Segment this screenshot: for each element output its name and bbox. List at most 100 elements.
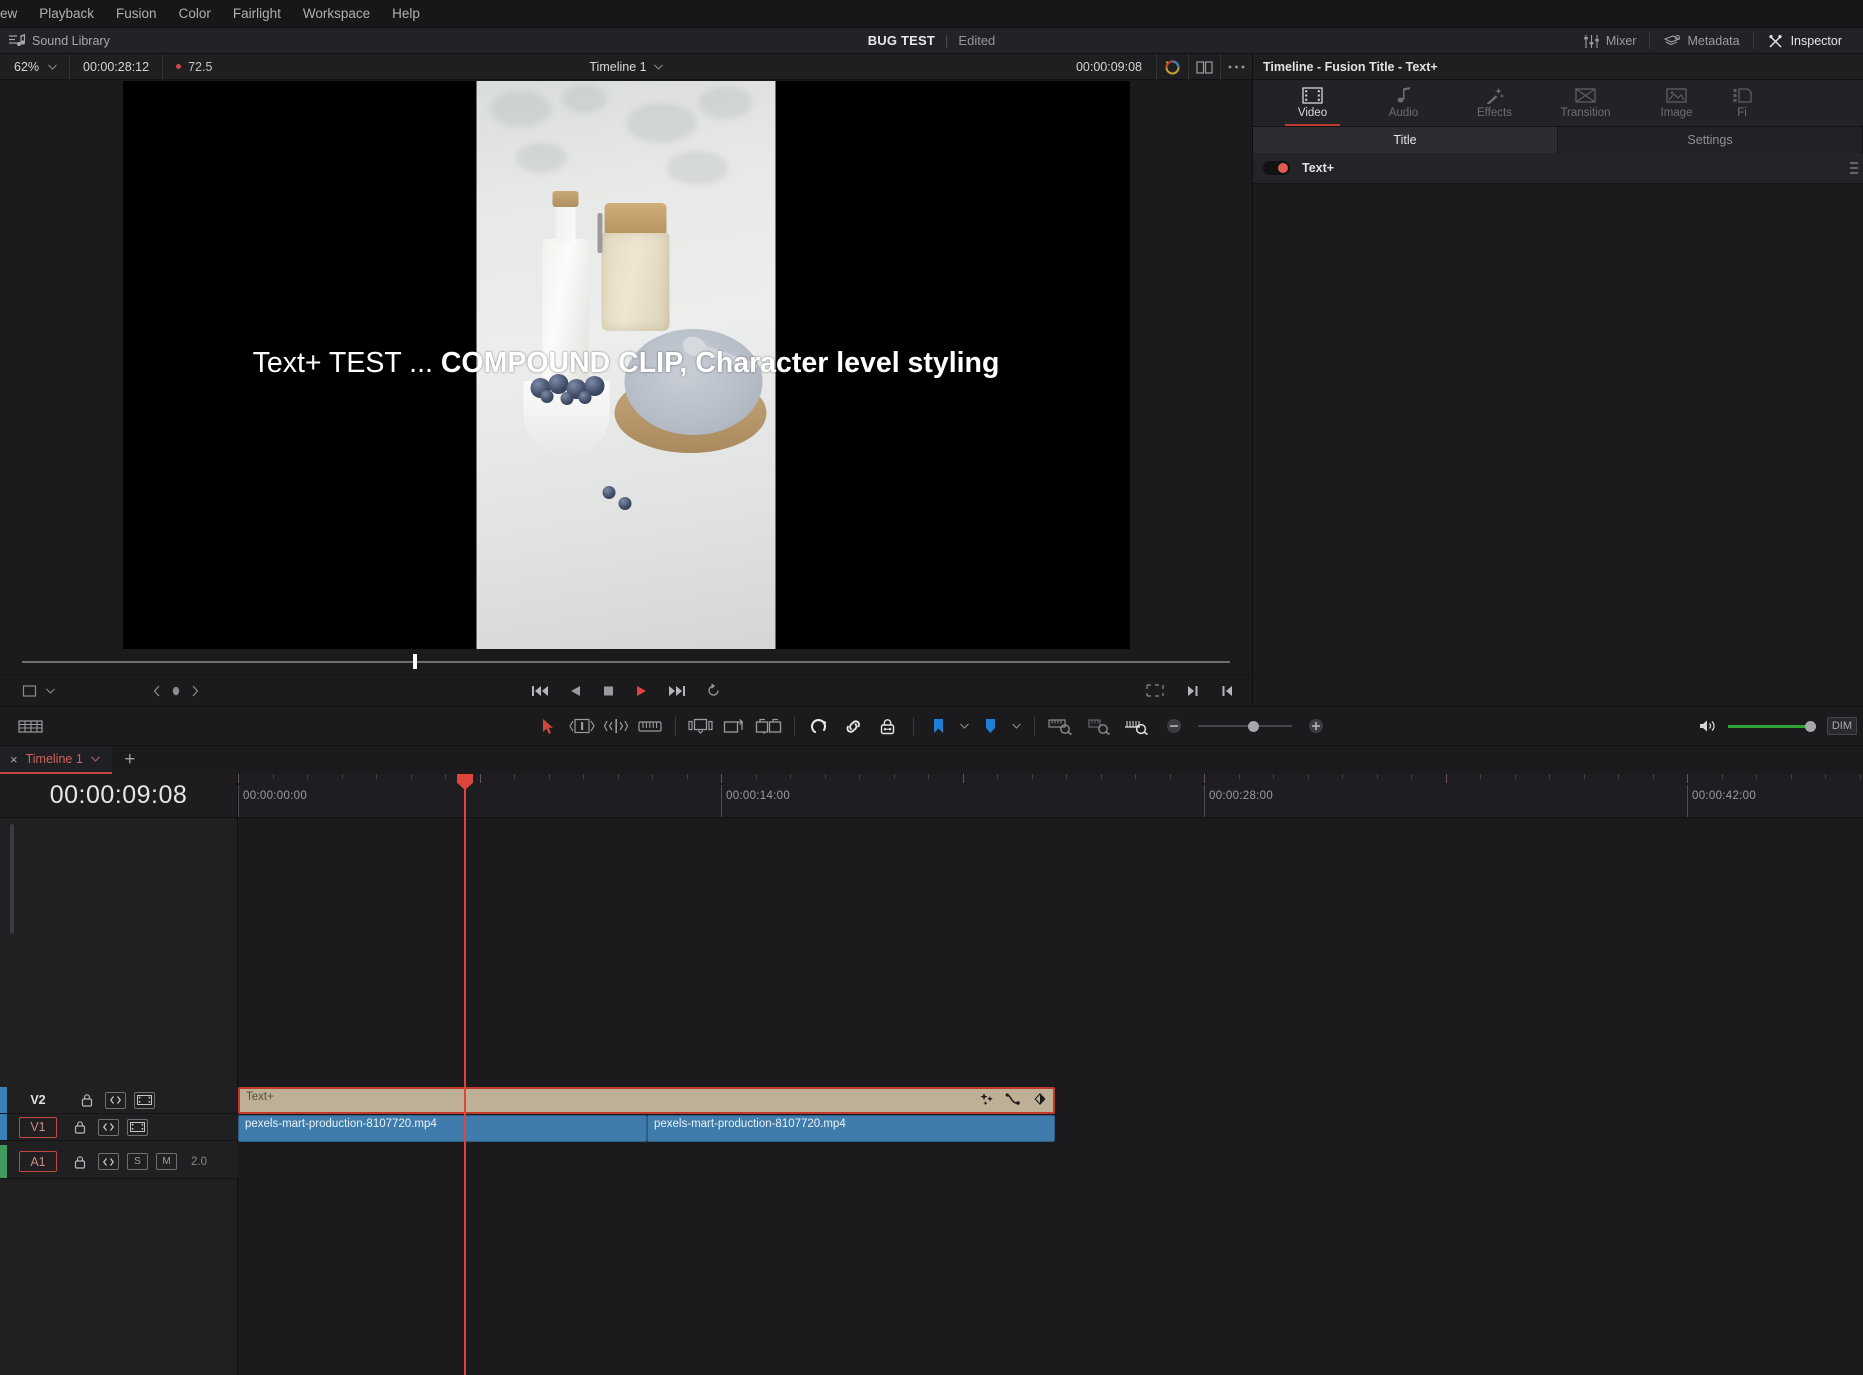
track-header-v2[interactable]: V2 xyxy=(0,1087,238,1114)
play-icon[interactable] xyxy=(635,684,648,698)
inspector-button[interactable]: Inspector xyxy=(1754,28,1855,54)
split-screen-icon[interactable] xyxy=(1189,54,1220,80)
timeline-clip-video-2[interactable]: pexels-mart-production-8107720.mp4 xyxy=(647,1115,1055,1142)
chevron-down-icon[interactable] xyxy=(90,756,100,762)
safe-area-icon[interactable] xyxy=(1146,684,1164,697)
marker-icon[interactable] xyxy=(974,709,1008,743)
viewer-zoom-dropdown[interactable]: 62% xyxy=(0,54,69,80)
color-wheel-icon[interactable] xyxy=(1157,54,1188,80)
zoom-slider-knob[interactable] xyxy=(1247,720,1259,732)
timeline-clip-text-plus[interactable]: Text+ xyxy=(238,1087,1055,1114)
trim-edit-mode-icon[interactable] xyxy=(565,709,599,743)
dynamic-trim-mode-icon[interactable] xyxy=(599,709,633,743)
timeline-vertical-scrollbar[interactable] xyxy=(10,824,14,934)
linked-selection-icon[interactable] xyxy=(837,709,871,743)
track-name-a1[interactable]: A1 xyxy=(19,1151,57,1172)
menu-item-workspace[interactable]: Workspace xyxy=(292,0,381,28)
close-icon[interactable]: × xyxy=(10,752,18,767)
lock-icon[interactable] xyxy=(69,1153,90,1170)
viewer-current-timecode[interactable]: 00:00:09:08 xyxy=(1062,60,1156,74)
menu-item-view[interactable]: ew xyxy=(0,0,28,28)
timeline-zoom-slider[interactable] xyxy=(1197,718,1292,734)
track-name-v2[interactable]: V2 xyxy=(12,1093,64,1107)
lock-icon[interactable] xyxy=(69,1119,90,1136)
keyframe-diamond-icon[interactable] xyxy=(1033,1092,1047,1106)
marker-dropdown-chevron-down-icon[interactable] xyxy=(1008,711,1026,741)
video-enable-icon[interactable] xyxy=(134,1091,155,1109)
tab-image[interactable]: Image xyxy=(1631,79,1722,126)
menu-item-fairlight[interactable]: Fairlight xyxy=(222,0,292,28)
jump-to-start-icon[interactable] xyxy=(531,684,549,698)
track-header-v1[interactable]: V1 xyxy=(0,1114,238,1141)
tab-transition[interactable]: Transition xyxy=(1540,79,1631,126)
reset-node-icon[interactable] xyxy=(1847,160,1859,176)
inspector-subtabs: Title Settings xyxy=(1253,127,1863,153)
custom-zoom-icon[interactable] xyxy=(1119,709,1157,743)
inspector-node-row[interactable]: Text+ xyxy=(1253,153,1863,184)
menu-item-fusion[interactable]: Fusion xyxy=(105,0,168,28)
metadata-button[interactable]: Metadata xyxy=(1650,28,1752,54)
volume-slider-knob[interactable] xyxy=(1804,720,1816,732)
speaker-icon[interactable] xyxy=(1698,718,1717,734)
mixer-button[interactable]: Mixer xyxy=(1570,28,1650,54)
viewer-canvas[interactable]: Text+ TEST ... COMPOUND CLIP, Character … xyxy=(0,80,1252,650)
auto-select-icon[interactable] xyxy=(105,1091,126,1109)
menu-item-help[interactable]: Help xyxy=(381,0,431,28)
menu-item-playback[interactable]: Playback xyxy=(28,0,105,28)
detail-zoom-icon[interactable] xyxy=(1081,709,1119,743)
play-reverse-icon[interactable] xyxy=(569,684,582,698)
video-enable-icon[interactable] xyxy=(127,1118,148,1136)
timeline-clip-video-1[interactable]: pexels-mart-production-8107720.mp4 xyxy=(238,1115,647,1142)
zoom-to-fit-icon[interactable] xyxy=(1043,709,1081,743)
subtab-title[interactable]: Title xyxy=(1253,127,1558,153)
stop-icon[interactable] xyxy=(602,684,615,698)
replace-clip-icon[interactable] xyxy=(752,709,786,743)
viewer-scrubber[interactable] xyxy=(0,650,1252,674)
zoom-in-button[interactable] xyxy=(1299,709,1333,743)
timeline-tab-timeline-1[interactable]: × Timeline 1 xyxy=(0,746,112,774)
selection-mode-icon[interactable] xyxy=(531,709,565,743)
insert-clip-icon[interactable] xyxy=(684,709,718,743)
jump-to-end-icon[interactable] xyxy=(668,684,686,698)
volume-slider[interactable] xyxy=(1727,719,1816,733)
ruler-separator xyxy=(1687,785,1688,817)
scrubber-track[interactable] xyxy=(22,661,1230,663)
auto-select-icon[interactable] xyxy=(98,1153,119,1170)
menu-item-color[interactable]: Color xyxy=(168,0,222,28)
next-edit-icon[interactable] xyxy=(1186,684,1199,698)
timeline-current-timecode[interactable]: 00:00:09:08 xyxy=(0,774,237,818)
timeline-ruler[interactable]: 00:00:00:00 00:00:14:00 00:00:28:00 00:0… xyxy=(238,774,1863,818)
razor-blade-edit-icon[interactable] xyxy=(633,709,667,743)
timeline-tracks-area[interactable]: Text+ pexels-mart-production-8107720.mp4… xyxy=(238,818,1863,1375)
track-header-a1[interactable]: A1 S M 2.0 xyxy=(0,1145,238,1179)
mute-icon[interactable]: M xyxy=(156,1153,177,1170)
more-options-icon[interactable] xyxy=(1221,54,1252,80)
track-volume-a1[interactable]: 2.0 xyxy=(191,1156,207,1168)
auto-select-icon[interactable] xyxy=(98,1118,119,1136)
solo-icon[interactable]: S xyxy=(127,1153,148,1170)
tab-effects[interactable]: Effects xyxy=(1449,79,1540,126)
fusion-sparkle-icon[interactable] xyxy=(979,1092,994,1106)
keyframe-curve-icon[interactable] xyxy=(1005,1092,1022,1106)
subtab-settings[interactable]: Settings xyxy=(1558,127,1863,153)
flag-icon[interactable] xyxy=(922,709,956,743)
position-lock-icon[interactable] xyxy=(871,709,905,743)
tab-file[interactable]: Fi xyxy=(1722,79,1762,126)
viewer-source-timecode[interactable]: 00:00:28:12 xyxy=(70,54,162,80)
track-name-v1[interactable]: V1 xyxy=(19,1116,57,1138)
flag-dropdown-chevron-down-icon[interactable] xyxy=(956,711,974,741)
tab-audio[interactable]: Audio xyxy=(1358,79,1449,126)
node-enable-toggle[interactable] xyxy=(1263,161,1290,175)
scrubber-playhead[interactable] xyxy=(413,654,417,669)
previous-edit-icon[interactable] xyxy=(1221,684,1234,698)
add-timeline-tab-button[interactable]: + xyxy=(112,746,148,774)
sound-library-button[interactable]: Sound Library xyxy=(0,33,110,48)
zoom-out-button[interactable] xyxy=(1157,709,1191,743)
overwrite-clip-icon[interactable] xyxy=(718,709,752,743)
lock-icon[interactable] xyxy=(76,1092,97,1109)
tab-video[interactable]: Video xyxy=(1267,79,1358,126)
loop-icon[interactable] xyxy=(706,683,721,698)
timeline-playhead[interactable] xyxy=(457,774,473,1375)
snapping-icon[interactable] xyxy=(803,709,837,743)
dim-button[interactable]: DIM xyxy=(1826,717,1857,735)
